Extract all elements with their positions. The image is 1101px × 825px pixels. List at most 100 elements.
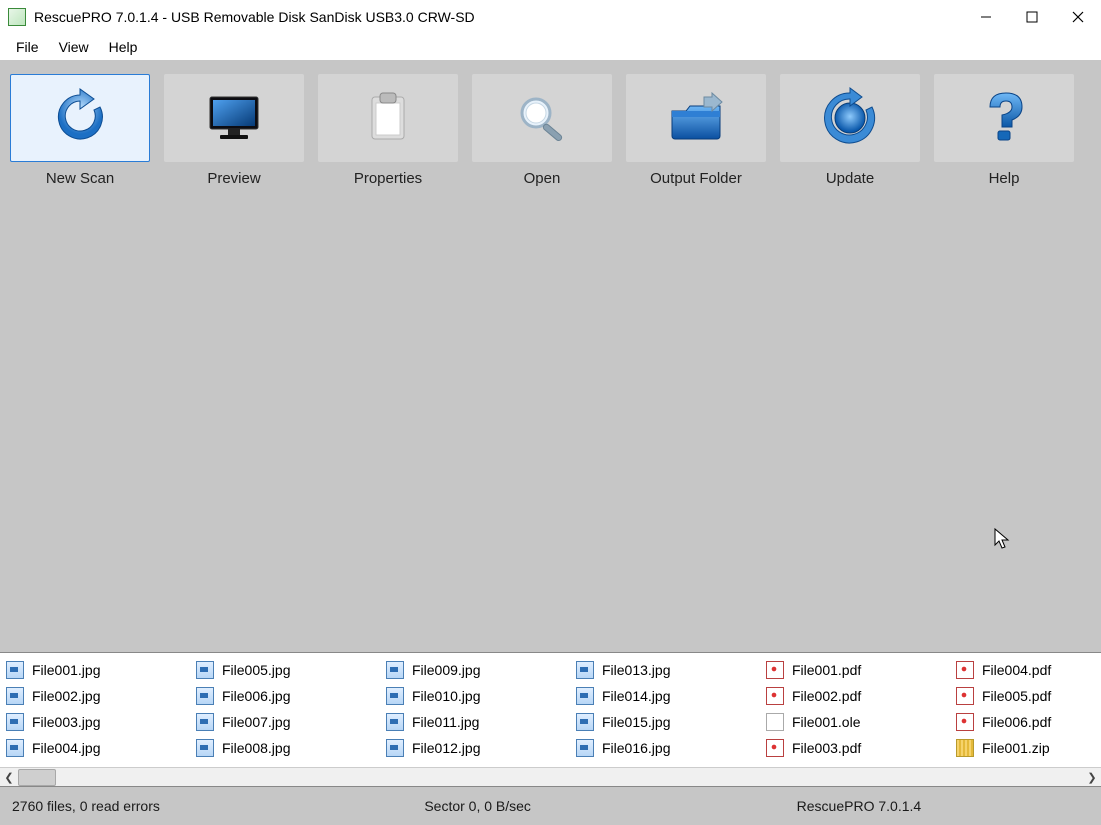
file-name: File014.jpg [602, 688, 671, 704]
file-item[interactable]: File003.pdf [766, 735, 916, 761]
toolbar-button-label: New Scan [10, 170, 150, 187]
file-jpg-icon [6, 713, 24, 731]
window-title: RescuePRO 7.0.1.4 - USB Removable Disk S… [34, 9, 475, 25]
file-jpg-icon [386, 713, 404, 731]
toolbar-output-folder-button[interactable]: Output Folder [626, 74, 766, 187]
toolbar-help-button[interactable]: Help [934, 74, 1074, 187]
file-pdf-icon [956, 713, 974, 731]
app-icon [8, 8, 26, 26]
help-icon [934, 74, 1074, 162]
file-jpg-icon [386, 687, 404, 705]
status-sector: Sector 0, 0 B/sec [304, 798, 716, 814]
file-item[interactable]: File016.jpg [576, 735, 726, 761]
file-pdf-icon [956, 687, 974, 705]
file-item[interactable]: File001.pdf [766, 657, 916, 683]
file-pdf-icon [956, 661, 974, 679]
file-name: File010.jpg [412, 688, 481, 704]
file-jpg-icon [196, 661, 214, 679]
file-item[interactable]: File015.jpg [576, 709, 726, 735]
file-item[interactable]: File007.jpg [196, 709, 346, 735]
file-jpg-icon [196, 739, 214, 757]
file-item[interactable]: File001.zip [956, 735, 1101, 761]
file-pdf-icon [766, 739, 784, 757]
file-item[interactable]: File013.jpg [576, 657, 726, 683]
toolbar-update-button[interactable]: Update [780, 74, 920, 187]
status-files: 2760 files, 0 read errors [12, 798, 304, 814]
file-item[interactable]: File005.pdf [956, 683, 1101, 709]
toolbar-preview-button[interactable]: Preview [164, 74, 304, 187]
file-zip-icon [956, 739, 974, 757]
file-name: File001.pdf [792, 662, 861, 678]
file-jpg-icon [196, 713, 214, 731]
file-pdf-icon [766, 687, 784, 705]
file-name: File002.pdf [792, 688, 861, 704]
file-ole-icon [766, 713, 784, 731]
file-item[interactable]: File009.jpg [386, 657, 536, 683]
file-jpg-icon [6, 739, 24, 757]
toolbar-open-button[interactable]: Open [472, 74, 612, 187]
scroll-thumb[interactable] [18, 769, 56, 786]
file-jpg-icon [576, 713, 594, 731]
horizontal-scrollbar[interactable]: ❮ ❯ [0, 767, 1101, 786]
file-item[interactable]: File004.jpg [6, 735, 156, 761]
toolbar-button-label: Help [934, 170, 1074, 187]
clipboard-icon [318, 74, 458, 162]
file-item[interactable]: File003.jpg [6, 709, 156, 735]
toolbar-button-label: Preview [164, 170, 304, 187]
file-list: File001.jpg File002.jpg File003.jpg File… [0, 652, 1101, 787]
file-name: File005.jpg [222, 662, 291, 678]
file-name: File001.jpg [32, 662, 101, 678]
scroll-track[interactable] [18, 768, 1083, 786]
file-jpg-icon [196, 687, 214, 705]
file-item[interactable]: File014.jpg [576, 683, 726, 709]
file-name: File015.jpg [602, 714, 671, 730]
file-name: File016.jpg [602, 740, 671, 756]
toolbar-properties-button[interactable]: Properties [318, 74, 458, 187]
titlebar[interactable]: RescuePRO 7.0.1.4 - USB Removable Disk S… [0, 0, 1101, 34]
file-name: File011.jpg [412, 714, 479, 730]
content-area [0, 199, 1101, 652]
menubar: File View Help [0, 34, 1101, 60]
file-item[interactable]: File012.jpg [386, 735, 536, 761]
file-name: File007.jpg [222, 714, 291, 730]
file-name: File009.jpg [412, 662, 481, 678]
file-item[interactable]: File004.pdf [956, 657, 1101, 683]
file-item[interactable]: File002.jpg [6, 683, 156, 709]
scroll-left-button[interactable]: ❮ [0, 768, 18, 786]
toolbar-new-scan-button[interactable]: New Scan [10, 74, 150, 187]
minimize-button[interactable] [963, 0, 1009, 34]
file-name: File006.jpg [222, 688, 291, 704]
file-item[interactable]: File001.jpg [6, 657, 156, 683]
file-item[interactable]: File006.pdf [956, 709, 1101, 735]
file-item[interactable]: File006.jpg [196, 683, 346, 709]
refresh-icon [10, 74, 150, 162]
menu-view[interactable]: View [49, 37, 99, 57]
file-name: File004.jpg [32, 740, 101, 756]
file-name: File003.jpg [32, 714, 101, 730]
file-name: File001.zip [982, 740, 1050, 756]
toolbar-button-label: Open [472, 170, 612, 187]
close-button[interactable] [1055, 0, 1101, 34]
file-jpg-icon [576, 739, 594, 757]
file-name: File013.jpg [602, 662, 671, 678]
file-item[interactable]: File001.ole [766, 709, 916, 735]
file-item[interactable]: File008.jpg [196, 735, 346, 761]
toolbar-button-label: Update [780, 170, 920, 187]
file-name: File002.jpg [32, 688, 101, 704]
file-name: File003.pdf [792, 740, 861, 756]
monitor-icon [164, 74, 304, 162]
file-name: File012.jpg [412, 740, 481, 756]
file-name: File001.ole [792, 714, 861, 730]
menu-help[interactable]: Help [99, 37, 148, 57]
file-name: File008.jpg [222, 740, 291, 756]
file-item[interactable]: File005.jpg [196, 657, 346, 683]
menu-file[interactable]: File [6, 37, 49, 57]
file-item[interactable]: File002.pdf [766, 683, 916, 709]
scroll-right-button[interactable]: ❯ [1083, 768, 1101, 786]
toolbar: New Scan Preview Properties Open Output … [0, 60, 1101, 199]
file-jpg-icon [386, 739, 404, 757]
status-version: RescuePRO 7.0.1.4 [717, 798, 1089, 814]
maximize-button[interactable] [1009, 0, 1055, 34]
file-item[interactable]: File010.jpg [386, 683, 536, 709]
file-item[interactable]: File011.jpg [386, 709, 536, 735]
